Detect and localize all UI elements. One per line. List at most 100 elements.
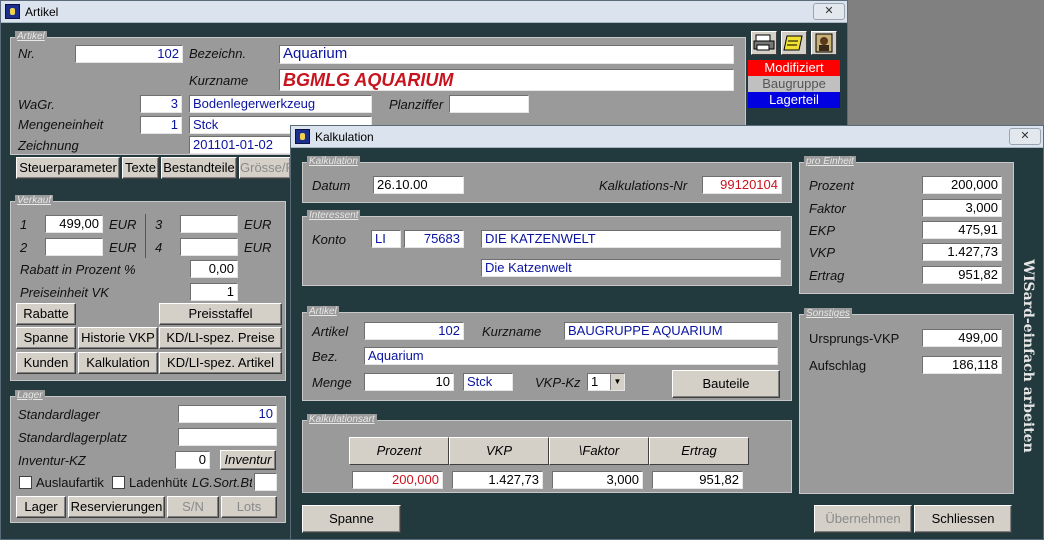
wagr-text-field[interactable]: Bodenlegerwerkzeug <box>189 95 372 113</box>
kalkart-header-faktor[interactable]: \Faktor <box>549 437 649 465</box>
tab-texte[interactable]: Texte <box>122 157 159 179</box>
inventur-kz-field[interactable]: 0 <box>175 451 210 469</box>
bezeichn-label: Bezeichn. <box>189 46 247 61</box>
pe-ekp-field[interactable]: 475,91 <box>922 221 1002 239</box>
preisstaffel-button[interactable]: Preisstaffel <box>159 303 282 325</box>
note-icon[interactable] <box>781 31 807 55</box>
lagerplatz-field[interactable] <box>178 428 277 446</box>
lgsort-field[interactable] <box>254 473 277 491</box>
ursprung-field[interactable]: 499,00 <box>922 329 1002 347</box>
wagr-label: WaGr. <box>18 97 55 112</box>
auslauf-checkbox[interactable] <box>19 476 32 489</box>
price2-label: 2 <box>20 240 28 255</box>
price3-unit: EUR <box>244 217 272 232</box>
kalkart-prozent-field[interactable]: 200,000 <box>352 471 443 489</box>
kalk-kurzname-field[interactable]: BAUGRUPPE AQUARIUM <box>564 322 778 340</box>
rabatt-label: Rabatt in Prozent % <box>20 262 136 277</box>
bez-field[interactable]: Aquarium <box>364 347 778 365</box>
inventur-kz-label: Inventur-KZ <box>18 453 86 468</box>
kurzname-field[interactable]: BGMLG AQUARIUM <box>279 69 734 91</box>
tab-bestandteile[interactable]: Bestandteile <box>161 157 237 179</box>
inventur-button[interactable]: Inventur <box>220 450 276 470</box>
lagerplatz-label: Standardlagerplatz <box>18 430 128 445</box>
app-icon <box>5 4 20 19</box>
menge-field[interactable]: 10 <box>364 373 454 391</box>
pe-ertrag-field[interactable]: 951,82 <box>922 266 1002 284</box>
pro-einheit-legend: pro Einheit <box>804 156 856 167</box>
konto-nr-field[interactable]: 75683 <box>404 230 464 248</box>
pe-vkp-field[interactable]: 1.427,73 <box>922 243 1002 261</box>
lots-button[interactable]: Lots <box>221 496 277 518</box>
pe-prozent-field[interactable]: 200,000 <box>922 176 1002 194</box>
bauteile-button[interactable]: Bauteile <box>672 370 780 398</box>
kalkulation-titlebar: Kalkulation ✕ <box>291 126 1043 148</box>
ladenhueter-checkbox[interactable] <box>112 476 125 489</box>
ladenhueter-label: Ladenhüte <box>129 475 187 490</box>
price2-field[interactable] <box>45 238 103 256</box>
kalk-artikel-field[interactable]: 102 <box>364 322 464 340</box>
kalkart-faktor-field[interactable]: 3,000 <box>552 471 643 489</box>
lager-button[interactable]: Lager <box>16 496 66 518</box>
kalkulation-title: Kalkulation <box>315 130 374 144</box>
zeichnung-field[interactable]: 201101-01-02 <box>189 136 294 154</box>
rabatte-button[interactable]: Rabatte <box>16 303 76 325</box>
kalkart-legend: Kalkulationsart <box>307 414 377 425</box>
vkpkz-label: VKP-Kz <box>535 375 581 390</box>
kalkart-header-prozent[interactable]: Prozent <box>349 437 449 465</box>
standardlager-field[interactable]: 10 <box>178 405 277 423</box>
verkauf-legend: Verkauf <box>15 195 54 206</box>
price4-unit: EUR <box>244 240 272 255</box>
aufschlag-field[interactable]: 186,118 <box>922 356 1002 374</box>
tab-steuerparameter[interactable]: Steuerparameter <box>16 157 120 179</box>
kalkulation-button[interactable]: Kalkulation <box>78 352 158 374</box>
chevron-down-icon[interactable]: ▼ <box>610 374 624 390</box>
pe-faktor-field[interactable]: 3,000 <box>922 199 1002 217</box>
kdli-artikel-button[interactable]: KD/LI-spez. Artikel <box>159 352 282 374</box>
price1-label: 1 <box>20 217 28 232</box>
kalkart-header-vkp[interactable]: VKP <box>449 437 549 465</box>
mengeneinheit-field[interactable]: 1 <box>140 116 182 134</box>
spanne-vk-button[interactable]: Spanne <box>16 327 76 349</box>
kalkulation-close-button[interactable]: ✕ <box>1009 128 1041 145</box>
printer-icon[interactable] <box>751 31 777 55</box>
vkpkz-select[interactable]: 1 ▼ <box>587 373 625 391</box>
pe-vkp-label: VKP <box>809 245 836 260</box>
auslauf-label: Auslaufartik <box>36 475 104 490</box>
kalk-group-legend: Kalkulation <box>307 156 360 167</box>
bezeichn-field[interactable]: Aquarium <box>279 45 734 64</box>
preiseinheit-field[interactable]: 1 <box>190 283 238 301</box>
wagr-field[interactable]: 3 <box>140 95 182 113</box>
sn-button[interactable]: S/N <box>167 496 219 518</box>
reservierungen-button[interactable]: Reservierungen <box>68 496 165 518</box>
artikel-close-button[interactable]: ✕ <box>813 3 845 20</box>
kalkart-header-ertrag[interactable]: Ertrag <box>649 437 749 465</box>
kdli-preise-button[interactable]: KD/LI-spez. Preise <box>159 327 282 349</box>
portrait-icon[interactable] <box>811 31 837 55</box>
price1-field[interactable]: 499,00 <box>45 215 103 233</box>
interessent-name2-field[interactable]: Die Katzenwelt <box>481 259 781 277</box>
tab-groesse[interactable]: Grösse/F <box>239 157 291 179</box>
artikel-title: Artikel <box>25 5 59 19</box>
price4-label: 4 <box>155 240 163 255</box>
schliessen-button[interactable]: Schliessen <box>914 505 1012 533</box>
kalkulations-nr-field[interactable]: 99120104 <box>702 176 782 194</box>
uebernehmen-button[interactable]: Übernehmen <box>814 505 912 533</box>
preiseinheit-label: Preiseinheit VK <box>20 285 109 300</box>
artikel-titlebar: Artikel ✕ <box>1 1 847 23</box>
rabatt-field[interactable]: 0,00 <box>190 260 238 278</box>
interessent-name1-field[interactable]: DIE KATZENWELT <box>481 230 781 248</box>
kunden-button[interactable]: Kunden <box>16 352 76 374</box>
spanne-button[interactable]: Spanne <box>302 505 401 533</box>
menge-unit-field[interactable]: Stck <box>463 373 513 391</box>
standardlager-label: Standardlager <box>18 407 100 422</box>
historie-vkp-button[interactable]: Historie VKP <box>78 327 158 349</box>
price3-field[interactable] <box>180 215 238 233</box>
konto-prefix-field[interactable]: LI <box>371 230 401 248</box>
kalkart-vkp-field[interactable]: 1.427,73 <box>452 471 543 489</box>
planziffer-field[interactable] <box>449 95 529 113</box>
datum-field[interactable]: 26.10.00 <box>373 176 464 194</box>
price4-field[interactable] <box>180 238 238 256</box>
nr-field[interactable]: 102 <box>75 45 183 63</box>
kalkart-ertrag-field[interactable]: 951,82 <box>652 471 743 489</box>
pe-faktor-label: Faktor <box>809 201 846 216</box>
